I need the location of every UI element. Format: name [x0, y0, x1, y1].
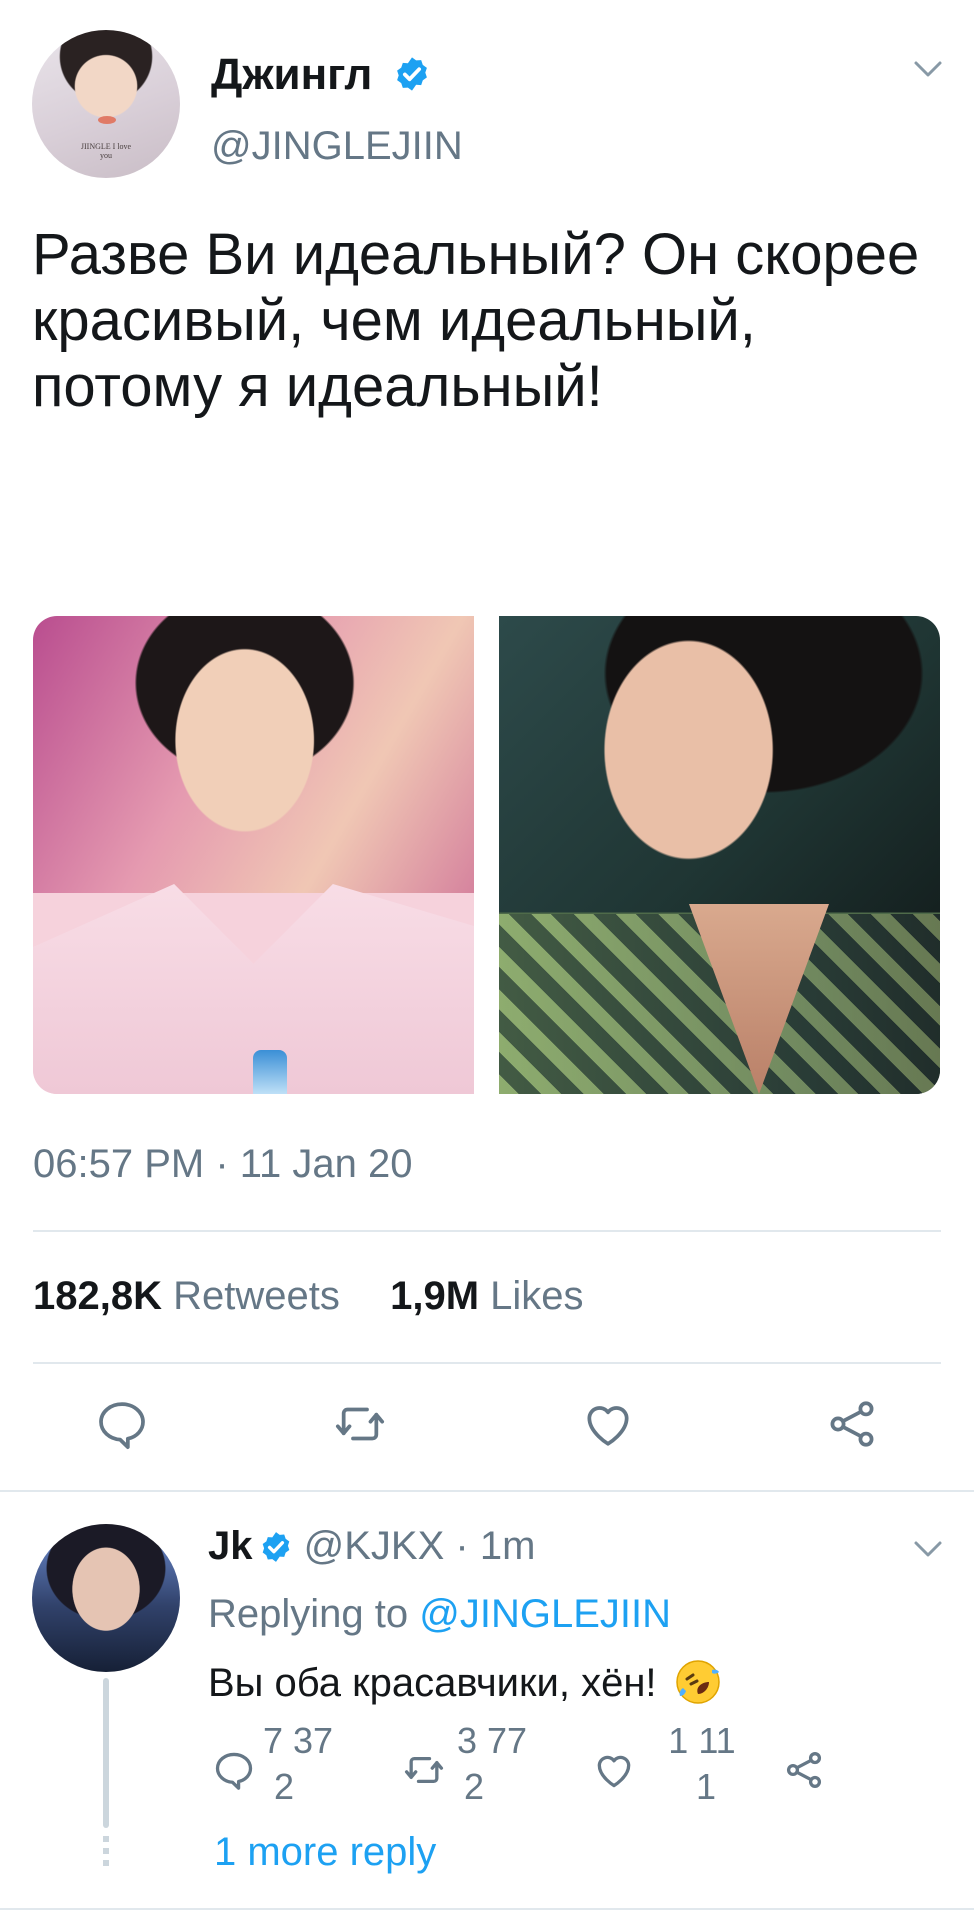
- author-avatar[interactable]: JIINGLE I love you: [32, 30, 180, 178]
- retweets-label: Retweets: [173, 1274, 340, 1318]
- avatar-lips: [98, 116, 116, 124]
- photo-bottle: [253, 1050, 287, 1094]
- tweet-photo-2[interactable]: [499, 616, 940, 1094]
- like-count: 1 11 1: [662, 1718, 742, 1810]
- reply-text: Вы оба красавчики, хён!: [208, 1661, 657, 1705]
- replying-handle-link[interactable]: @JINGLEJIIN: [419, 1592, 671, 1636]
- tweet-timestamp: 06:57 PM · 11 Jan 20: [33, 1142, 413, 1186]
- likes-label: Likes: [490, 1274, 584, 1318]
- reply-author-avatar[interactable]: [32, 1524, 180, 1672]
- like-icon[interactable]: [592, 1748, 636, 1792]
- share-icon[interactable]: [782, 1748, 826, 1792]
- avatar-caption: JIINGLE I love you: [80, 142, 132, 160]
- reply-count-line2: 2: [274, 1766, 295, 1807]
- author-handle[interactable]: @JINGLEJIIN: [211, 124, 463, 169]
- reply-icon[interactable]: [94, 1396, 150, 1452]
- verified-badge-icon: [262, 1532, 289, 1562]
- retweet-icon[interactable]: [402, 1748, 446, 1792]
- reply-count: 7 37 2: [258, 1718, 338, 1810]
- author-name[interactable]: Джингл: [211, 50, 372, 99]
- replying-to: Replying to @JINGLEJIIN: [208, 1592, 671, 1637]
- divider: [0, 1908, 974, 1910]
- reply-count-line1: 7 37: [262, 1720, 334, 1761]
- divider: [33, 1362, 941, 1364]
- more-replies-link[interactable]: 1 more reply: [214, 1830, 436, 1875]
- thread-line: [103, 1678, 109, 1828]
- author-name-row[interactable]: Джингл: [211, 50, 431, 100]
- retweet-icon[interactable]: [332, 1396, 388, 1452]
- reply-time: · 1m: [455, 1524, 536, 1568]
- like-count-line1: 1 11: [668, 1720, 736, 1761]
- reply-header: Jk @KJKX · 1m: [208, 1524, 535, 1569]
- chevron-down-icon[interactable]: [913, 58, 943, 80]
- retweet-count: 3 77 2: [452, 1718, 532, 1810]
- chevron-down-icon[interactable]: [913, 1538, 943, 1560]
- retweets-count: 182,8K: [33, 1274, 162, 1318]
- like-count-line2: 1: [696, 1766, 717, 1807]
- likes-count: 1,9M: [390, 1274, 480, 1318]
- reply-text-row: Вы оба красавчики, хён!: [208, 1658, 722, 1706]
- reply-icon[interactable]: [212, 1748, 256, 1792]
- reply-author-name[interactable]: Jk: [208, 1524, 253, 1568]
- share-icon[interactable]: [824, 1396, 880, 1452]
- tweet-photo-1[interactable]: [33, 616, 474, 1094]
- thread-dots: [103, 1836, 109, 1870]
- section-separator: [0, 1490, 974, 1492]
- like-icon[interactable]: [580, 1396, 636, 1452]
- retweet-count-line1: 3 77: [456, 1720, 528, 1761]
- retweet-count-line2: 2: [464, 1766, 485, 1807]
- verified-badge-icon: [396, 57, 427, 91]
- replying-prefix: Replying to: [208, 1592, 409, 1636]
- reply-author-handle[interactable]: @KJKX: [304, 1524, 445, 1568]
- retweets-stat[interactable]: 182,8K Retweets: [33, 1274, 351, 1318]
- divider: [33, 1230, 941, 1232]
- tweet-text: Разве Ви идеальный? Он скорее красивый, …: [32, 222, 920, 419]
- rofl-emoji-icon: [675, 1660, 720, 1704]
- likes-stat[interactable]: 1,9M Likes: [390, 1274, 583, 1318]
- tweet-stats: 182,8K Retweets 1,9M Likes: [33, 1274, 584, 1319]
